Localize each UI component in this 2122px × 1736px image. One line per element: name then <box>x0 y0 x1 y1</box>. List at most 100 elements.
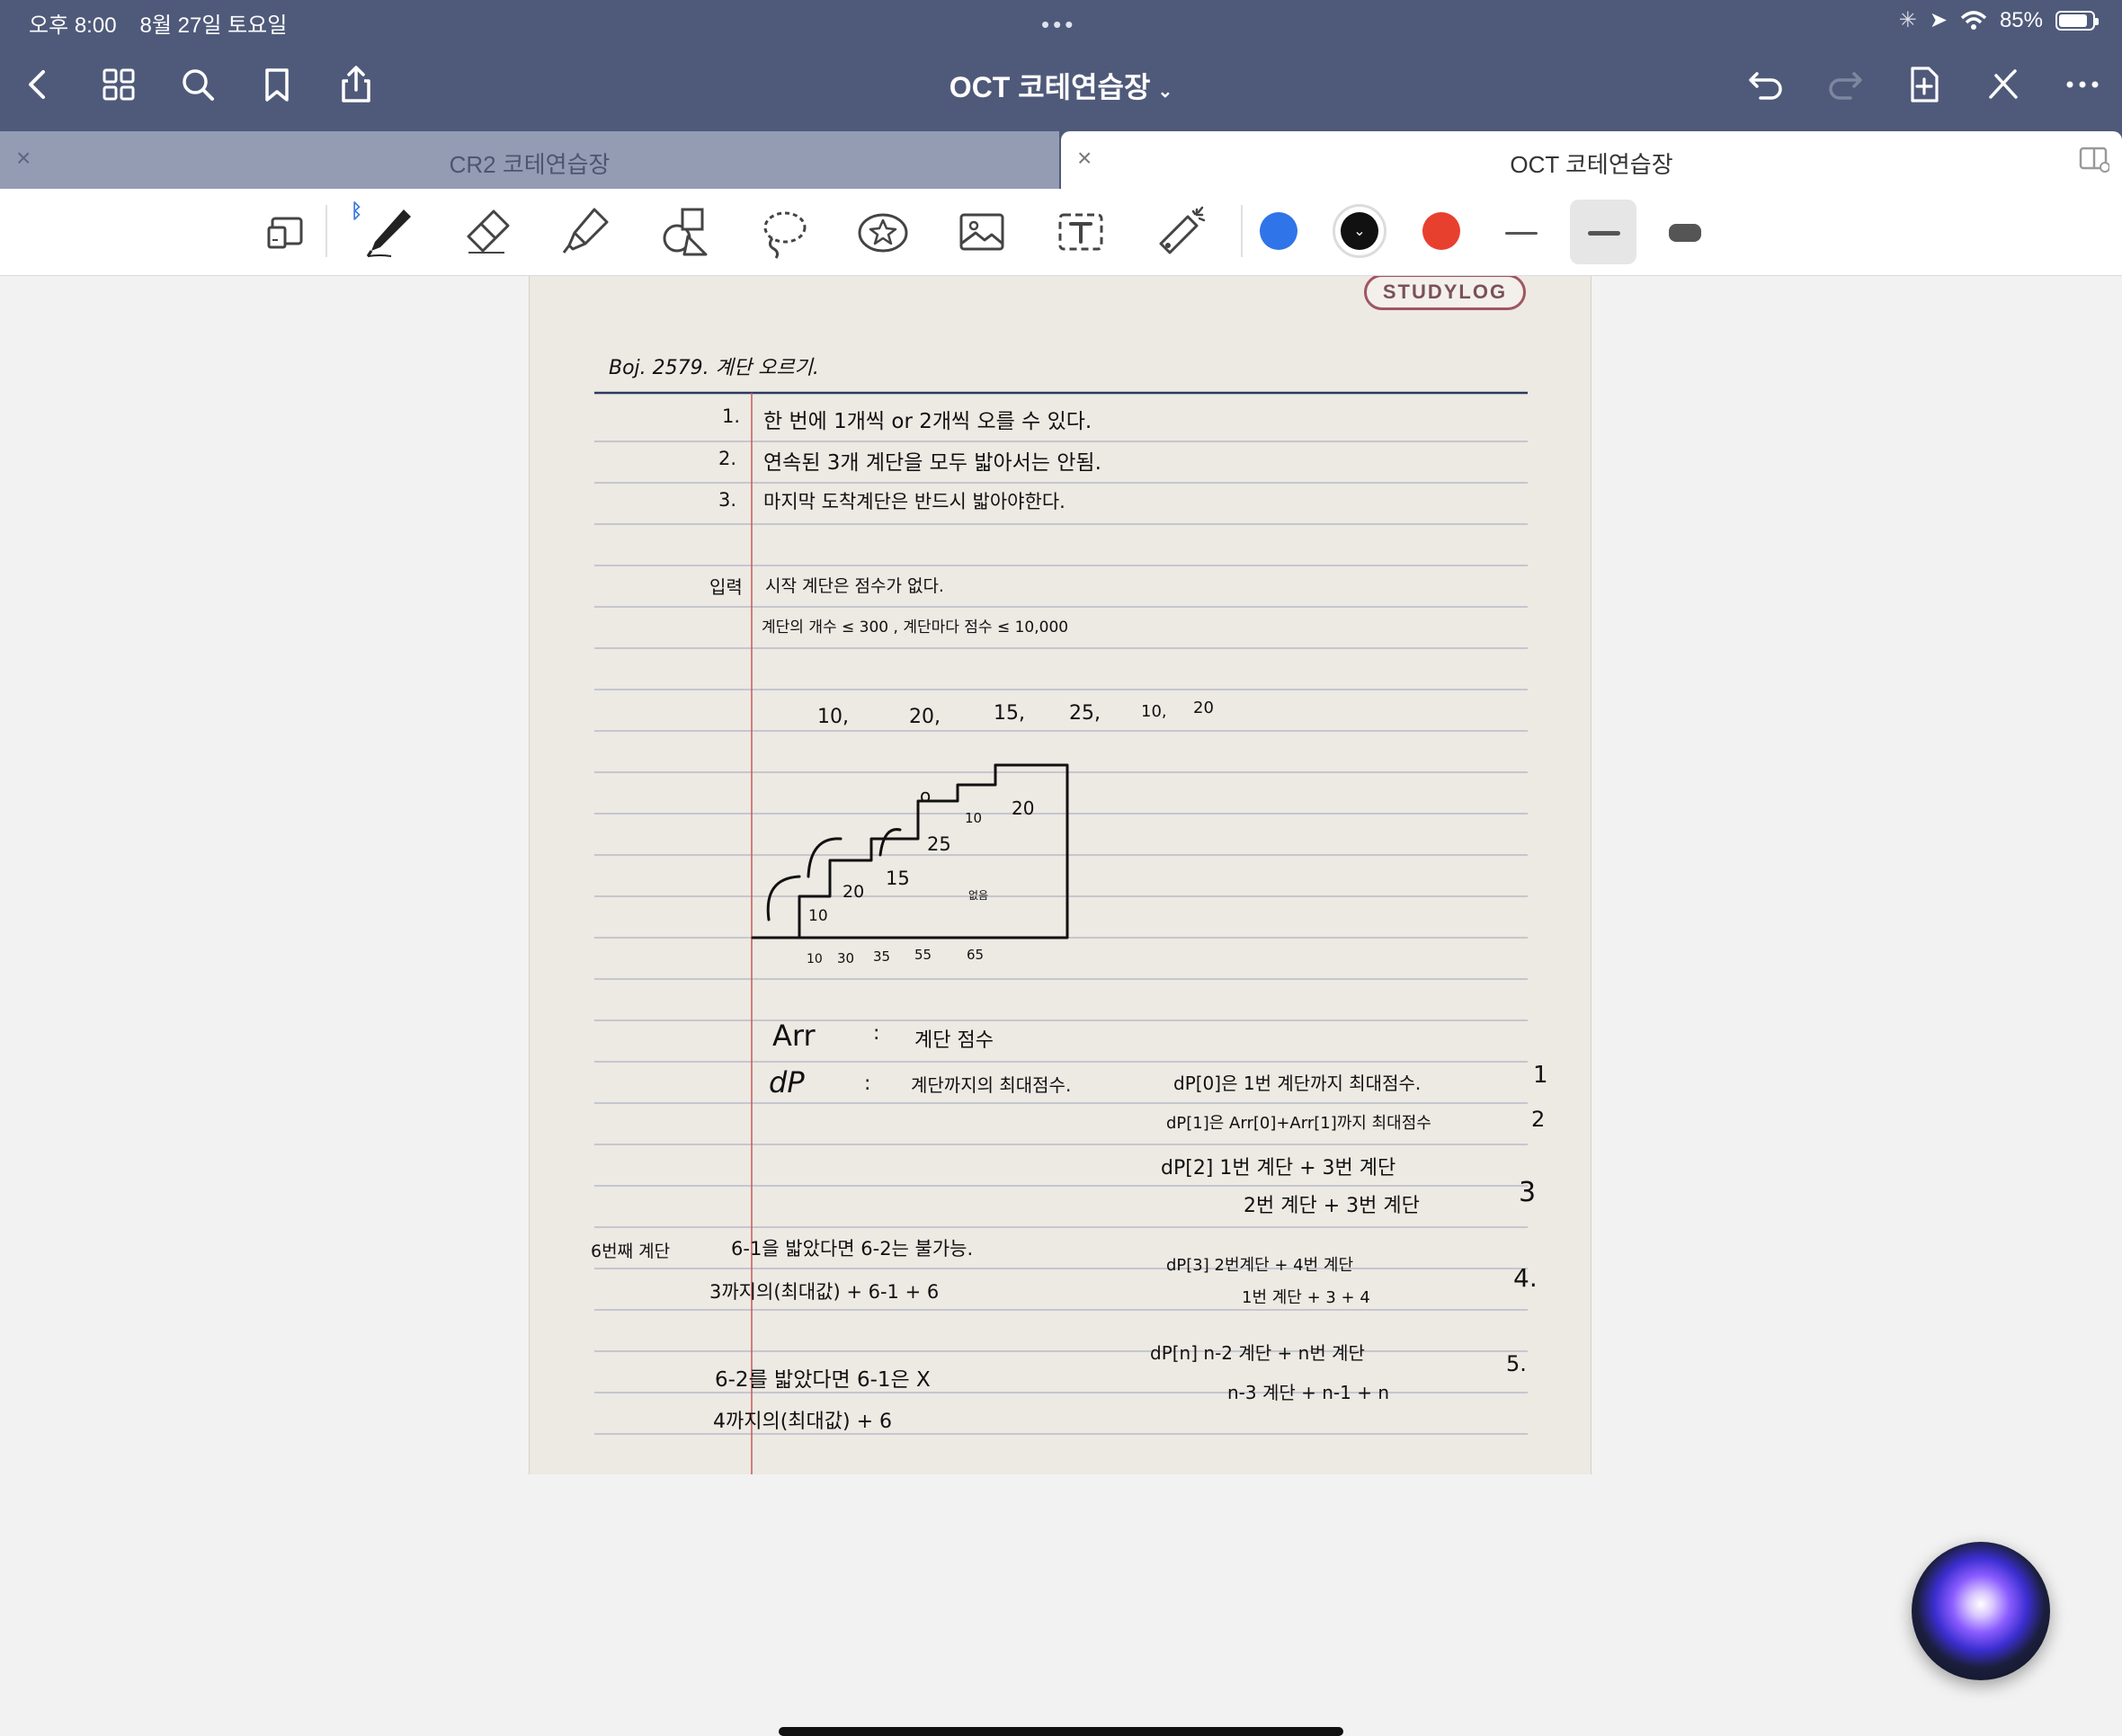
stair-mark: 없음 <box>968 889 989 902</box>
tab-oct[interactable]: × OCT 코테연습장 <box>1061 131 2122 189</box>
tab-bar: × CR2 코테연습장 × OCT 코테연습장 <box>0 131 2122 189</box>
dp-case-number: 4. <box>1513 1263 1538 1293</box>
sixth-stair-line: 3까지의(최대값) + 6-1 + 6 <box>709 1281 940 1303</box>
cumulative-value: 55 <box>914 947 932 963</box>
rule-number: 3. <box>718 489 737 511</box>
chevron-down-icon[interactable]: ⌄ <box>1157 82 1172 102</box>
rule-number: 2. <box>718 448 737 469</box>
sequence-value: 20 <box>1193 699 1214 717</box>
sixth-stair-line: 4까지의(최대값) + 6 <box>713 1411 893 1433</box>
dp-case-number: 5. <box>1506 1351 1527 1376</box>
navigation-bar: 오후 8:00 8월 27일 토요일 ••• ✳ ➤ 85% OCT 코테연습장… <box>0 0 2122 131</box>
tab-cr2[interactable]: × CR2 코테연습장 <box>0 131 1059 189</box>
stroke-medium-option[interactable] <box>1588 231 1620 236</box>
dp-case-line: 1번 계단 + 3 + 4 <box>1242 1288 1370 1307</box>
multitasking-dots-icon[interactable]: ••• <box>1041 11 1076 39</box>
dp-case-line: n-3 계단 + n-1 + n <box>1227 1382 1390 1403</box>
tab-label[interactable]: CR2 코테연습장 <box>0 147 1059 180</box>
color-red-swatch[interactable] <box>1422 212 1460 250</box>
color-black-swatch[interactable]: ⌄ <box>1341 212 1378 250</box>
pen-off-icon[interactable] <box>1982 63 2025 106</box>
cumulative-value: 35 <box>873 948 891 965</box>
sequence-value: 15, <box>994 702 1025 725</box>
add-page-icon[interactable] <box>1903 63 1946 106</box>
stroke-thick-option[interactable] <box>1669 224 1701 242</box>
dp-case-number: 3 <box>1519 1177 1537 1208</box>
document-title-text[interactable]: OCT 코테연습장 <box>950 71 1151 103</box>
stair-value: 25 <box>927 833 951 855</box>
status-bar-left: 오후 8:00 8월 27일 토요일 <box>29 7 287 39</box>
stair-value: 10 <box>808 907 828 925</box>
studylog-logo: STUDYLOG <box>1364 276 1526 310</box>
dp-case-line: 2번 계단 + 3번 계단 <box>1244 1195 1420 1217</box>
home-indicator[interactable] <box>779 1727 1343 1736</box>
split-view-icon[interactable] <box>2079 146 2109 173</box>
status-date: 8월 27일 토요일 <box>139 13 288 38</box>
cumulative-value: 65 <box>967 947 985 963</box>
stair-value: 20 <box>843 882 865 902</box>
stair-value: 15 <box>886 868 910 889</box>
status-bar-right: ✳ ➤ 85% <box>1898 7 2099 33</box>
rule-text: 한 번에 1개씩 or 2개씩 오를 수 있다. <box>763 410 1092 433</box>
location-icon: ➤ <box>1929 8 1948 32</box>
sixth-stair-line: 6-2를 밟았다면 6-1은 X <box>715 1368 931 1392</box>
tab-label[interactable]: OCT 코테연습장 <box>1061 147 2122 180</box>
cumulative-value: 10 <box>807 952 823 966</box>
eraser-icon[interactable] <box>455 200 520 264</box>
note-page[interactable]: STUDYLOG Boj. 2579. 계단 오르기. 1. 한 번에 1개씩 … <box>529 276 1592 1474</box>
image-icon[interactable] <box>950 200 1014 264</box>
document-title[interactable]: OCT 코테연습장 ⌄ <box>0 65 2122 106</box>
toolbar-divider <box>325 205 327 257</box>
dp-label: dP <box>769 1065 805 1099</box>
rule-number: 1. <box>722 405 741 427</box>
battery-percent: 85% <box>1999 7 2043 32</box>
arr-colon: : <box>873 1022 880 1045</box>
dp-colon: : <box>864 1073 871 1095</box>
color-blue-swatch[interactable] <box>1260 212 1297 250</box>
sequence-value: 10, <box>817 706 849 728</box>
input-line: 계단의 개수 ≤ 300 , 계단마다 점수 ≤ 10,000 <box>762 619 1069 637</box>
input-line: 시작 계단은 점수가 없다. <box>765 576 944 596</box>
arr-label: Arr <box>772 1019 816 1053</box>
note-canvas[interactable]: STUDYLOG Boj. 2579. 계단 오르기. 1. 한 번에 1개씩 … <box>0 276 2122 1736</box>
rule-text: 마지막 도착계단은 반드시 밟아야한다. <box>763 491 1065 512</box>
stair-value: 20 <box>1012 797 1035 819</box>
stair-mark: o <box>920 785 932 806</box>
activity-spinner-icon: ✳ <box>1898 8 1917 32</box>
toolbar-divider <box>1241 205 1243 257</box>
sixth-stair-label: 6번째 계단 <box>591 1242 671 1261</box>
chevron-down-icon: ⌄ <box>1353 224 1366 239</box>
lasso-select-icon[interactable] <box>752 200 816 264</box>
rule-text: 연속된 3개 계단을 모두 밟아서는 안됨. <box>763 451 1101 475</box>
more-icon[interactable] <box>2061 63 2104 106</box>
input-label: 입력 <box>709 576 743 598</box>
stroke-thin-option[interactable] <box>1505 232 1538 235</box>
dp-description: 계단까지의 최대점수. <box>911 1074 1072 1096</box>
dp-case-line: dP[n] n-2 계단 + n번 계단 <box>1150 1342 1365 1364</box>
sixth-stair-line: 6-1을 밟았다면 6-2는 불가능. <box>731 1238 974 1260</box>
undo-icon[interactable] <box>1744 63 1788 106</box>
dp-case-line: dP[2] 1번 계단 + 3번 계단 <box>1161 1157 1396 1180</box>
dp-case-number: 2 <box>1531 1107 1546 1132</box>
dp-case-line: dP[1]은 Arr[0]+Arr[1]까지 최대점수 <box>1166 1114 1431 1133</box>
dp-case-line: dP[0]은 1번 계단까지 최대점수. <box>1173 1073 1422 1094</box>
wifi-icon <box>1960 10 1987 30</box>
text-icon[interactable] <box>1048 200 1113 264</box>
lasso-icon[interactable] <box>255 200 320 264</box>
redo-icon[interactable] <box>1823 63 1867 106</box>
sticker-icon[interactable] <box>851 200 915 264</box>
highlighter-icon[interactable] <box>554 200 619 264</box>
status-time: 오후 8:00 <box>29 13 117 38</box>
shapes-icon[interactable] <box>653 200 718 264</box>
stair-value: 10 <box>965 810 983 826</box>
sequence-value: 20, <box>909 706 941 728</box>
problem-title: Boj. 2579. 계단 오르기. <box>609 357 819 379</box>
dp-case-line: dP[3] 2번계단 + 4번 계단 <box>1166 1256 1354 1275</box>
cumulative-value: 30 <box>837 950 855 966</box>
pen-toolbar: ᛒ ⌄ <box>0 189 2122 276</box>
pen-icon[interactable] <box>356 200 421 264</box>
laser-pointer-icon[interactable] <box>1147 200 1212 264</box>
siri-orb[interactable] <box>1912 1542 2050 1680</box>
battery-icon <box>2055 10 2099 31</box>
sequence-value: 25, <box>1069 702 1101 725</box>
